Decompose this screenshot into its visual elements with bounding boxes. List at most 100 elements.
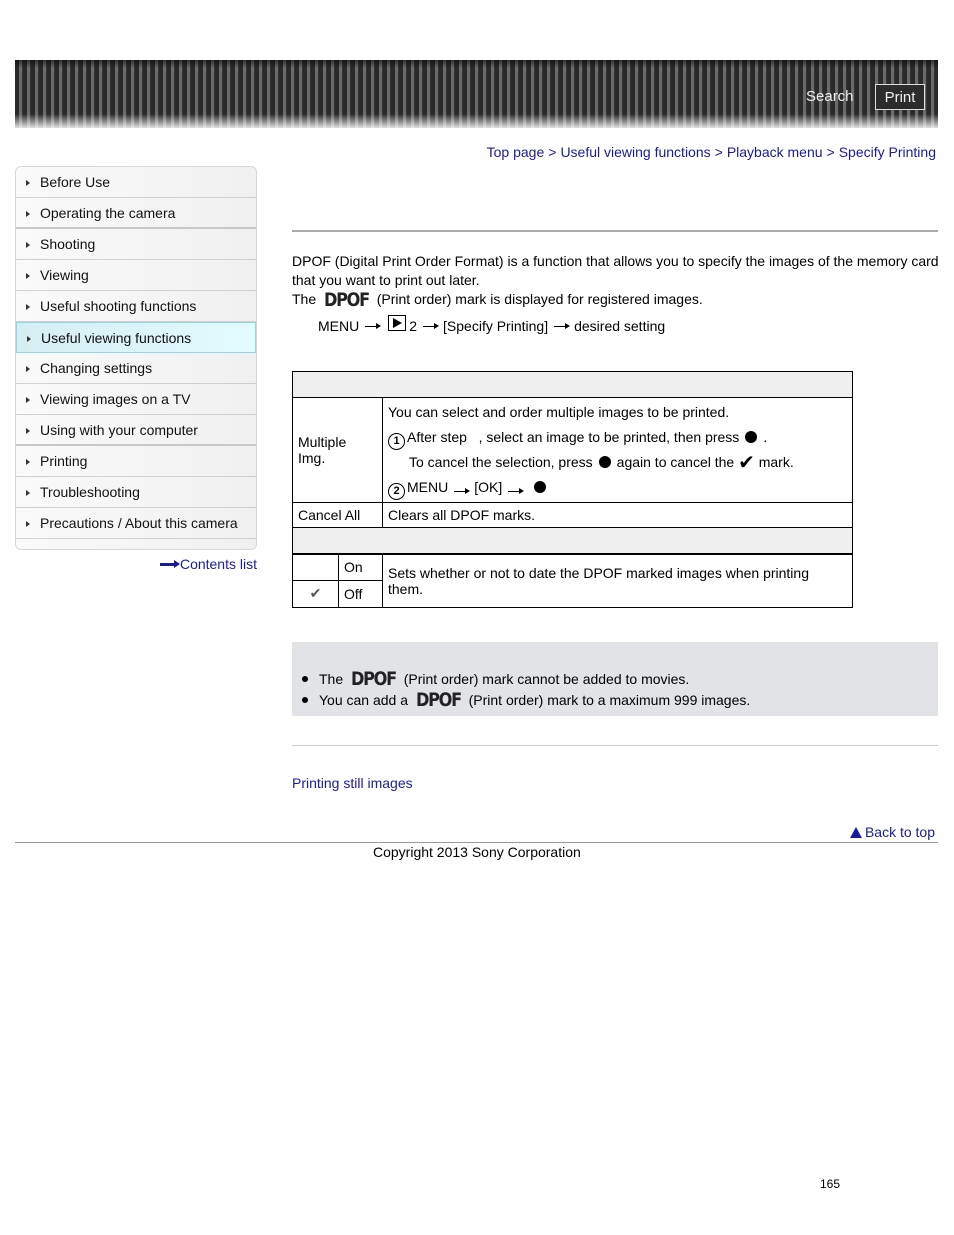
- multi-desc: You can select and order multiple images…: [388, 404, 730, 420]
- caret-right-icon: [26, 273, 30, 279]
- caret-right-icon: [26, 304, 30, 310]
- checkmark-icon: ✔: [738, 452, 755, 474]
- intro-dpof-line: The DPOF (Print order) mark is displayed…: [292, 290, 942, 310]
- menu-item: [Specify Printing]: [443, 318, 549, 334]
- arrow-right-icon: [423, 322, 440, 329]
- search-link[interactable]: Search: [806, 88, 854, 105]
- sidebar-item-label: Shooting: [40, 236, 96, 252]
- intro-text: DPOF (Digital Print Order Format) is a f…: [292, 252, 942, 310]
- sidebar-item-label: Viewing: [40, 267, 89, 283]
- sidebar-item-shooting[interactable]: Shooting: [16, 229, 256, 260]
- sidebar-item-label: Operating the camera: [40, 204, 176, 221]
- sidebar-item-label: Precautions / About this camera: [40, 515, 238, 531]
- step-number-icon: 1: [388, 433, 405, 450]
- sidebar-item-label: Viewing images on a TV: [40, 391, 191, 407]
- table-row: Cancel All Clears all DPOF marks.: [292, 502, 853, 528]
- arrow-right-icon: [554, 322, 571, 329]
- step-2-menu: MENU: [407, 479, 449, 495]
- table-header-row: [292, 527, 853, 555]
- arrow-right-icon: [454, 488, 471, 494]
- breadcrumb-specify-printing[interactable]: Specify Printing: [839, 144, 936, 160]
- notes-list: The DPOF (Print order) mark cannot be ad…: [302, 667, 751, 711]
- section-divider: [292, 745, 938, 746]
- sidebar-item-changing-settings[interactable]: Changing settings: [16, 353, 256, 384]
- sidebar-item-useful-shooting[interactable]: Useful shooting functions: [16, 291, 256, 322]
- back-to-top-label: Back to top: [864, 824, 935, 840]
- breadcrumb-useful-viewing[interactable]: Useful viewing functions: [560, 144, 710, 160]
- print-button[interactable]: Print: [875, 84, 925, 110]
- sidebar-item-troubleshooting[interactable]: Troubleshooting: [16, 477, 256, 508]
- selected-check-icon: ✔: [292, 579, 339, 608]
- sidebar-item-useful-viewing[interactable]: Useful viewing functions: [16, 322, 256, 353]
- sidebar-nav: Before Use Operating the camera Shooting…: [15, 166, 257, 550]
- selection-cell: [292, 553, 339, 581]
- option-label: On: [338, 553, 383, 581]
- sidebar-item-label: Changing settings: [40, 360, 153, 376]
- notes-box: The DPOF (Print order) mark cannot be ad…: [292, 642, 938, 716]
- cancel-text-a: To cancel the selection, press: [409, 454, 593, 470]
- step-1-text-a: After step: [407, 429, 467, 445]
- note-text-pre: The: [319, 670, 344, 687]
- step-2: 2 MENU [OK]: [388, 475, 847, 500]
- table-header-row: [292, 371, 853, 398]
- sidebar-item-precautions[interactable]: Precautions / About this camera: [16, 508, 256, 539]
- back-to-top-link[interactable]: Back to top: [849, 824, 935, 840]
- sidebar-item-label: Troubleshooting: [40, 484, 140, 500]
- sidebar-item-computer[interactable]: Using with your computer: [16, 415, 256, 446]
- sidebar-item-label: Printing: [40, 453, 88, 469]
- sidebar-item-printing[interactable]: Printing: [16, 446, 256, 477]
- caret-right-icon: [26, 521, 30, 527]
- breadcrumb-separator: >: [548, 144, 557, 160]
- intro-paragraph: DPOF (Digital Print Order Format) is a f…: [292, 253, 939, 288]
- caret-right-icon: [27, 335, 31, 342]
- center-button-icon: [598, 456, 611, 468]
- step-1-text-b: , select an image to be printed, then pr…: [478, 429, 740, 445]
- breadcrumb-top-page[interactable]: Top page: [487, 144, 545, 160]
- option-description: You can select and order multiple images…: [382, 397, 853, 503]
- step-number-icon: 2: [388, 483, 405, 500]
- triangle-up-icon: [849, 826, 862, 838]
- center-button-icon: [745, 431, 758, 443]
- caret-right-icon: [26, 180, 30, 186]
- option-label: Multiple Img.: [292, 397, 383, 503]
- caret-right-icon: [26, 490, 30, 496]
- breadcrumb: Top page > Useful viewing functions > Playba…: [487, 144, 936, 160]
- note-item: You can add a DPOF (Print order) mark to…: [302, 688, 751, 711]
- options-table: Multiple Img. You can select and order m…: [292, 371, 853, 608]
- sidebar-item-label: Useful shooting functions: [40, 298, 197, 314]
- step-1: 1 After step , select an image to be prin…: [388, 425, 847, 450]
- table-row: On Sets whether or not to date the DPOF …: [292, 553, 853, 608]
- caret-right-icon: [26, 427, 30, 434]
- option-label: Off: [338, 579, 383, 608]
- option-description: Sets whether or not to date the DPOF mar…: [382, 553, 853, 608]
- page-number: 165: [820, 1177, 841, 1191]
- caret-right-icon: [26, 242, 30, 248]
- arrow-right-icon: [365, 322, 382, 329]
- contents-list-link[interactable]: Contents list: [159, 556, 257, 572]
- option-label: Cancel All: [292, 502, 383, 528]
- sidebar-item-label: Useful viewing functions: [41, 329, 192, 346]
- table-row: Multiple Img. You can select and order m…: [292, 397, 853, 503]
- sidebar-item-operating[interactable]: Operating the camera: [16, 198, 256, 229]
- note-text-pre: You can add a: [319, 691, 409, 708]
- dpof-mark-icon: DPOF: [350, 667, 397, 690]
- copyright: Copyright 2013 Sony Corporation: [373, 844, 581, 860]
- menu-end: desired setting: [574, 318, 666, 334]
- breadcrumb-playback-menu[interactable]: Playback menu: [727, 144, 823, 160]
- intro-the: The: [292, 291, 317, 307]
- caret-right-icon: [26, 397, 30, 403]
- dpof-mark-icon: DPOF: [415, 688, 462, 711]
- step-1-end: .: [763, 429, 768, 445]
- option-description: Clears all DPOF marks.: [382, 502, 853, 528]
- intro-dpof-rest: (Print order) mark is displayed for regi…: [376, 291, 703, 307]
- caret-right-icon: [26, 210, 30, 217]
- sidebar-item-viewing-tv[interactable]: Viewing images on a TV: [16, 384, 256, 415]
- sidebar-item-before-use[interactable]: Before Use: [16, 167, 256, 198]
- related-link-printing-still-images[interactable]: Printing still images: [292, 775, 413, 791]
- sidebar-item-viewing[interactable]: Viewing: [16, 260, 256, 291]
- caret-right-icon: [26, 366, 30, 372]
- menu-tab-number: 2: [409, 318, 418, 334]
- contents-list-label: Contents list: [179, 556, 257, 572]
- arrow-right-icon: [508, 488, 525, 494]
- note-text-post: (Print order) mark to a maximum 999 imag…: [468, 691, 751, 708]
